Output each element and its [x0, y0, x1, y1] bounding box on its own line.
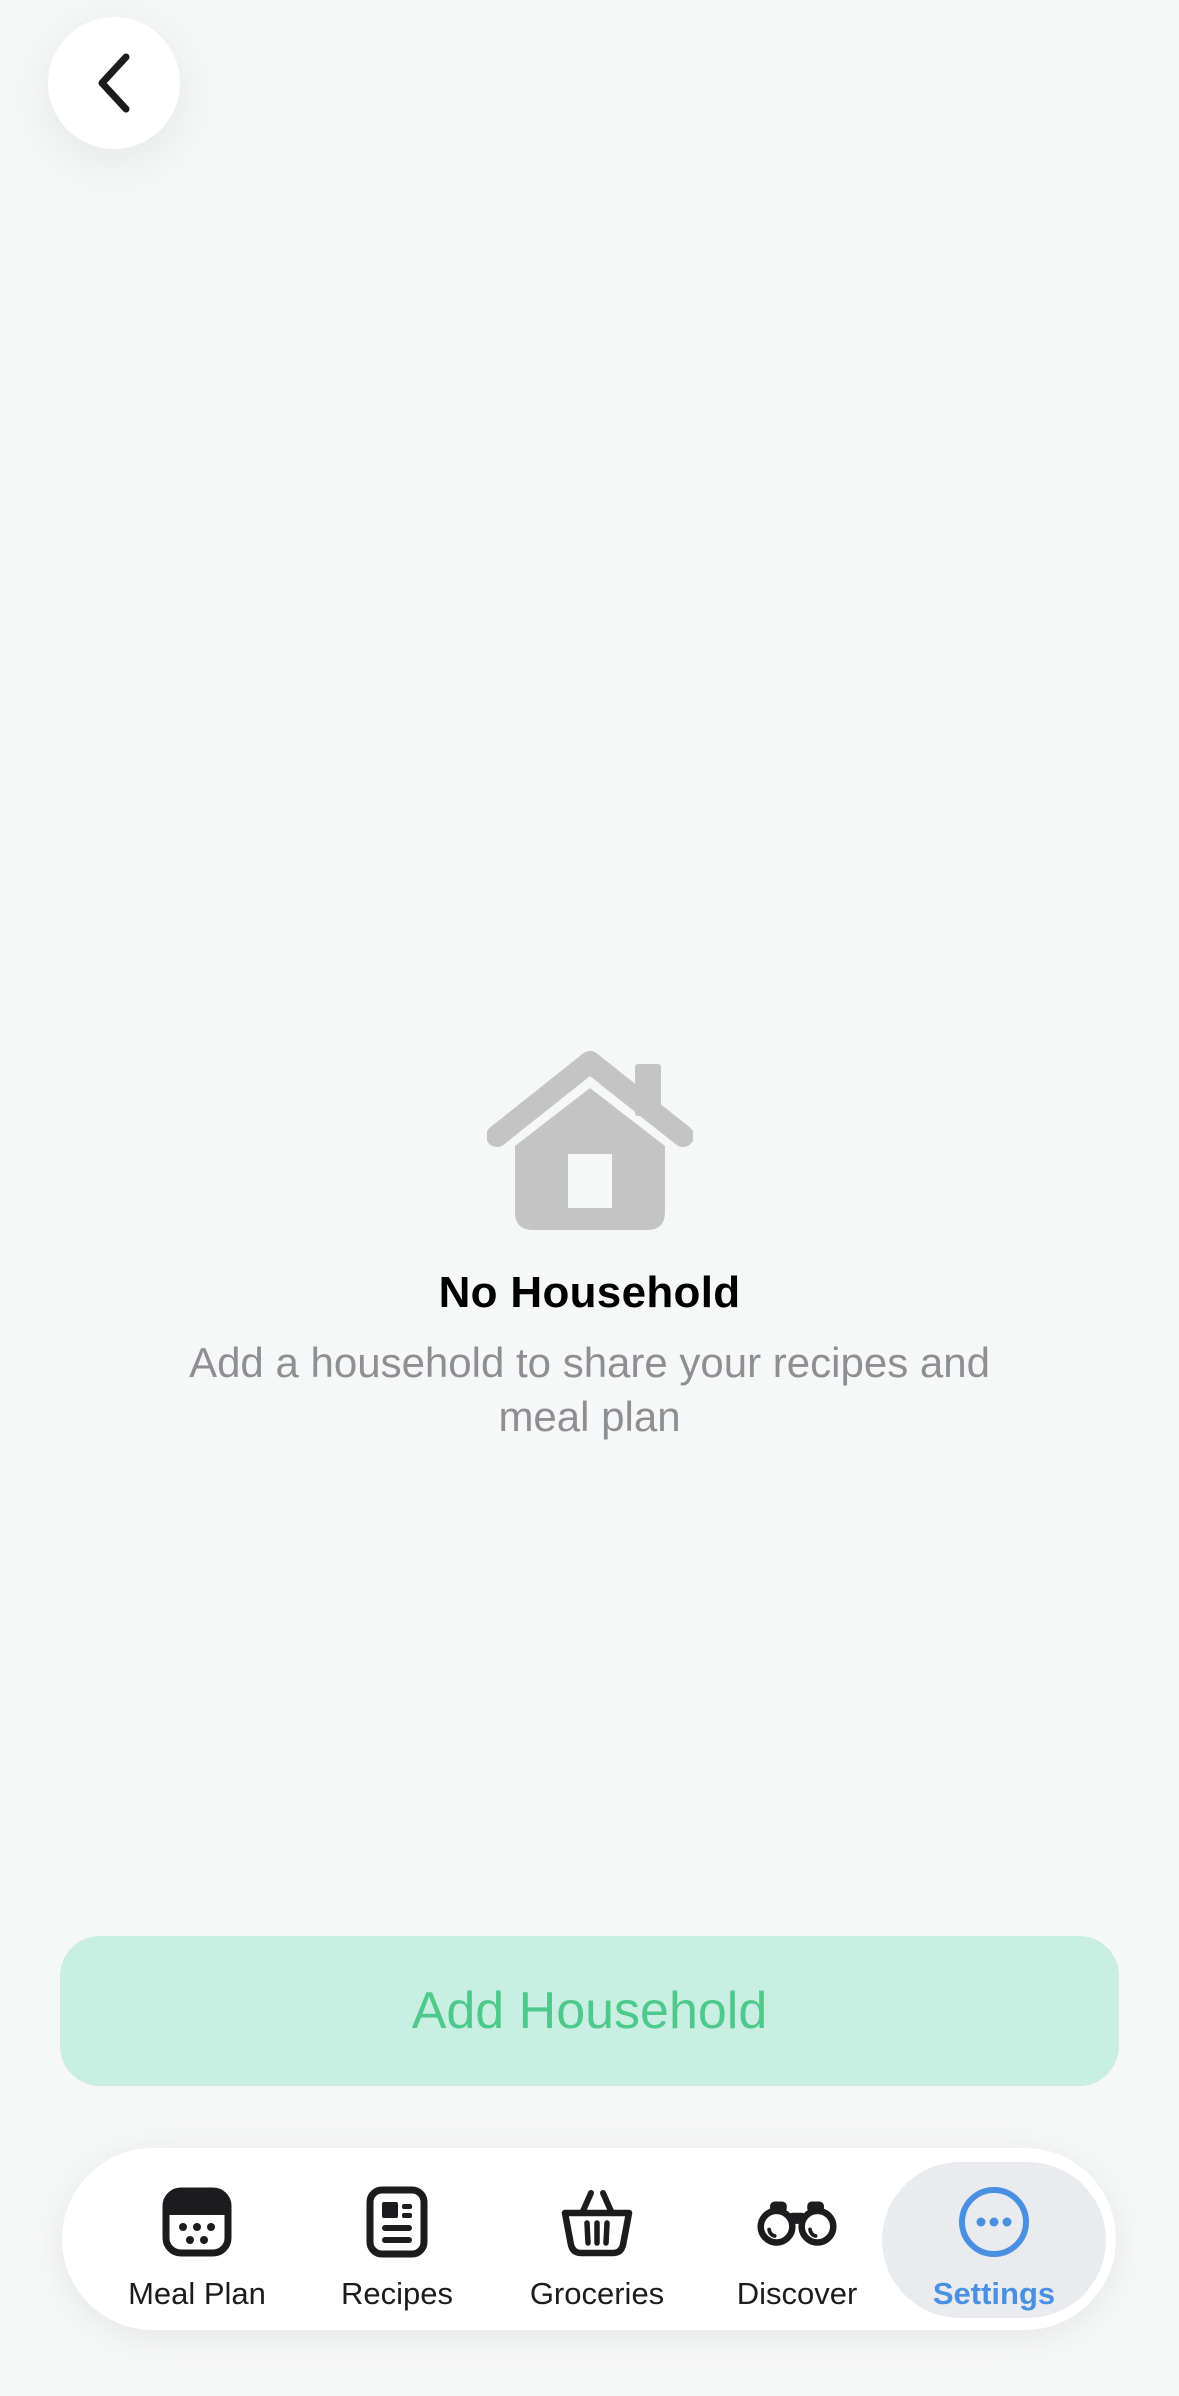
tab-label: Recipes: [341, 2276, 453, 2311]
chevron-left-icon: [92, 51, 136, 115]
tab-groceries[interactable]: Groceries: [522, 2148, 672, 2330]
calendar-icon: [157, 2182, 237, 2262]
tab-label: Discover: [736, 2276, 858, 2311]
add-household-button[interactable]: Add Household: [60, 1936, 1119, 2086]
tab-recipes[interactable]: Recipes: [322, 2148, 472, 2330]
tab-label: Meal Plan: [128, 2276, 266, 2311]
recipe-card-icon: [357, 2182, 437, 2262]
tab-bar: Meal Plan Recipes Groceries Discover Set…: [62, 2148, 1116, 2330]
basket-icon: [557, 2182, 637, 2262]
tab-discover[interactable]: Discover: [722, 2148, 872, 2330]
tab-label: Groceries: [529, 2276, 665, 2311]
back-button[interactable]: [48, 17, 180, 149]
empty-state-description: Add a household to share your recipes an…: [189, 1339, 990, 1440]
binoculars-icon: [757, 2182, 837, 2262]
empty-state-title: No Household: [438, 1268, 741, 1317]
ellipsis-circle-icon: [954, 2182, 1034, 2262]
tab-meal-plan[interactable]: Meal Plan: [122, 2148, 272, 2330]
tab-settings[interactable]: Settings: [882, 2162, 1106, 2318]
tab-label: Settings: [932, 2276, 1056, 2311]
house-icon: [486, 1050, 693, 1230]
empty-state: No Household Add a household to share yo…: [0, 1050, 1179, 1444]
